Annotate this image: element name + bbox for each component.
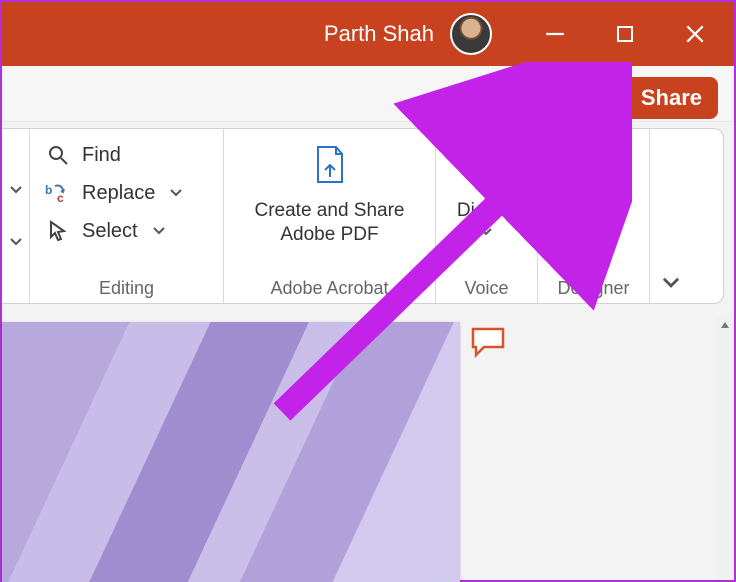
microphone-icon: [468, 139, 506, 193]
chevron-down-icon: [661, 273, 681, 293]
slide-background: [2, 322, 460, 582]
group-label: Designer: [548, 278, 639, 299]
acrobat-label-2: Adobe PDF: [255, 223, 405, 247]
design-label-1: Design: [564, 199, 623, 223]
select-label: Select: [82, 220, 138, 243]
acrobat-group: Create and Share Adobe PDF Adobe Acrobat: [224, 129, 436, 303]
design-ideas-button[interactable]: Design Ideas: [548, 135, 639, 247]
share-icon: [611, 87, 633, 109]
dictate-label: Dictate: [457, 199, 516, 223]
collapse-ribbon-button[interactable]: [650, 129, 692, 303]
vertical-scrollbar[interactable]: [716, 316, 734, 578]
avatar: [450, 13, 492, 55]
pdf-share-icon: [308, 139, 352, 193]
group-label: Editing: [40, 278, 213, 299]
search-icon: [44, 141, 72, 169]
replace-icon: b c: [44, 179, 72, 207]
acrobat-label-1: Create and Share: [255, 199, 405, 223]
slide[interactable]: [2, 322, 460, 582]
voice-group: Dictate Voice: [436, 129, 538, 303]
quick-actions-row: Share: [2, 66, 734, 122]
chevron-down-icon[interactable]: [4, 183, 27, 197]
cursor-icon: [44, 217, 72, 245]
svg-text:b: b: [45, 183, 52, 197]
create-share-pdf-button[interactable]: Create and Share Adobe PDF: [234, 135, 425, 247]
editing-group: Find b c Replace Select: [30, 129, 224, 303]
comments-button[interactable]: [533, 78, 585, 118]
partial-group: [2, 129, 30, 303]
find-label: Find: [82, 144, 121, 167]
minimize-button[interactable]: [520, 2, 590, 66]
title-bar: Parth Shah: [2, 2, 734, 66]
signed-in-user[interactable]: Parth Shah: [324, 13, 492, 55]
chevron-down-icon[interactable]: [4, 235, 27, 249]
maximize-button[interactable]: [590, 2, 660, 66]
dictate-button[interactable]: Dictate: [446, 135, 527, 239]
design-ideas-icon: [569, 139, 619, 193]
chevron-down-icon: [152, 224, 166, 238]
slide-canvas[interactable]: [2, 308, 716, 578]
share-button[interactable]: Share: [595, 77, 718, 119]
group-label: Voice: [446, 278, 527, 299]
group-label: Adobe Acrobat: [234, 278, 425, 299]
scroll-up-button[interactable]: [716, 316, 734, 334]
find-button[interactable]: Find: [40, 139, 213, 171]
window-controls: [520, 2, 730, 66]
ribbon: Find b c Replace Select: [2, 128, 724, 304]
chevron-down-icon: [169, 186, 183, 200]
designer-group: Design Ideas Designer: [538, 129, 650, 303]
username-label: Parth Shah: [324, 21, 434, 47]
close-button[interactable]: [660, 2, 730, 66]
chevron-down-icon: [457, 225, 516, 239]
comment-icon: [546, 86, 572, 110]
replace-button[interactable]: b c Replace: [40, 177, 213, 209]
share-label: Share: [641, 85, 702, 111]
design-label-2: Ideas: [564, 223, 623, 247]
replace-label: Replace: [82, 182, 155, 205]
select-button[interactable]: Select: [40, 215, 213, 247]
comment-marker[interactable]: [470, 326, 506, 358]
